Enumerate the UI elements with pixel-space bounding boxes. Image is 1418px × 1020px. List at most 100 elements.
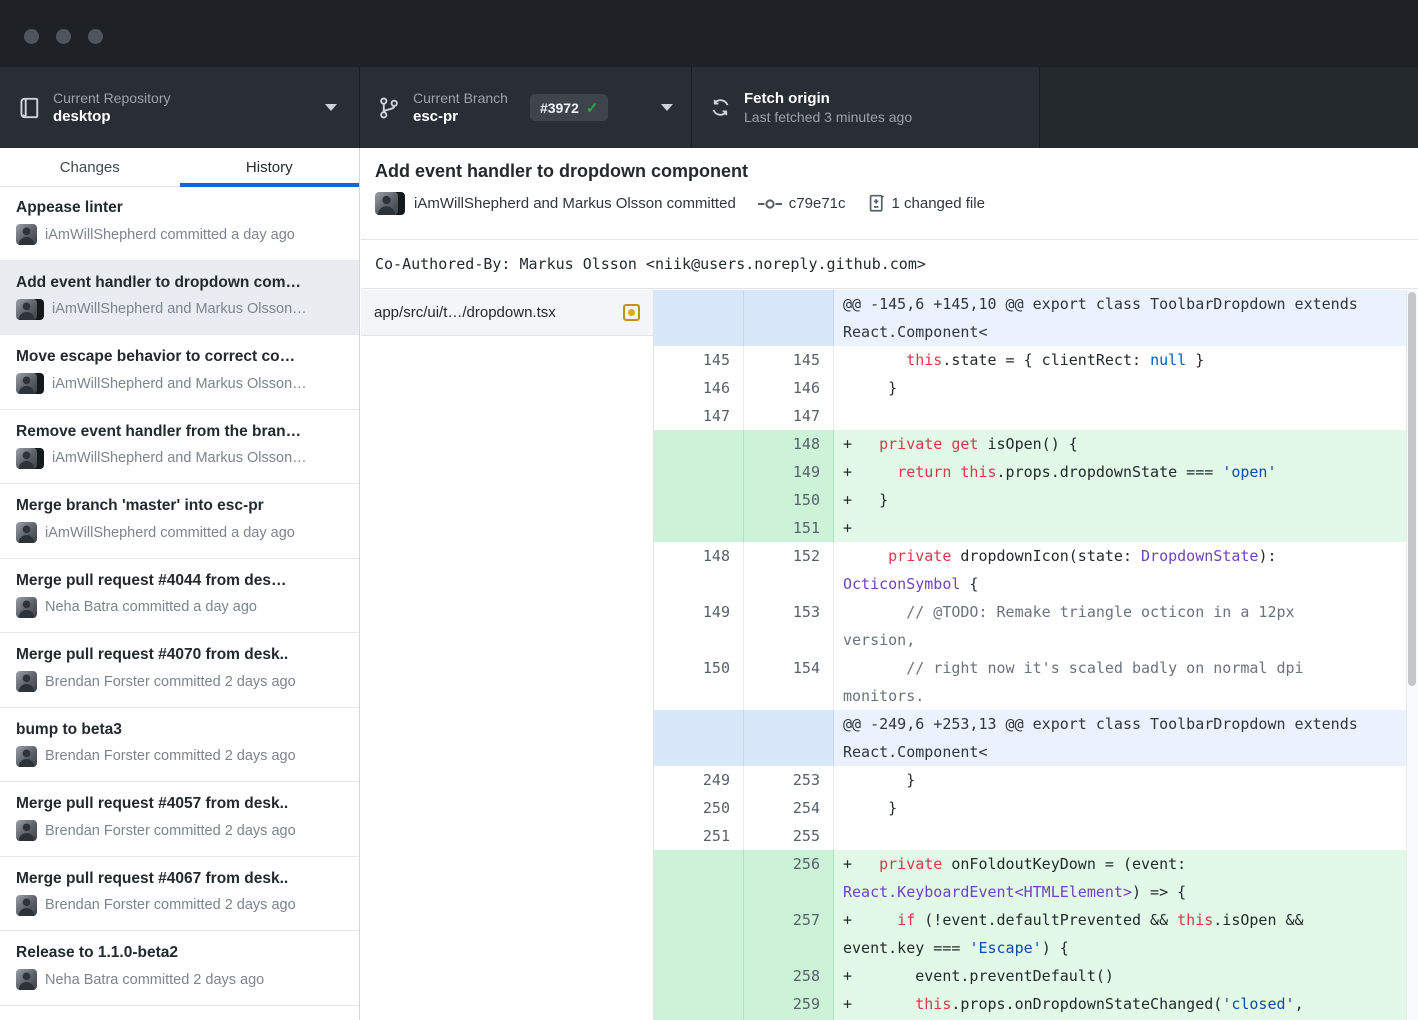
diff-hunk-header: @@ -249,6 +253,13 @@ export class Toolba… bbox=[654, 710, 1406, 766]
new-line-number: 257 bbox=[744, 906, 834, 962]
commit-list-item[interactable]: Merge pull request #4070 from desk..Bren… bbox=[0, 633, 359, 708]
diff-line-content bbox=[834, 402, 1406, 430]
diff-line: 148+ private get isOpen() { bbox=[654, 430, 1406, 458]
new-line-number: 151 bbox=[744, 514, 834, 542]
commit-list-item[interactable]: Merge pull request #4056 from des… bbox=[0, 1006, 359, 1020]
window-close-button[interactable] bbox=[24, 29, 39, 44]
avatar bbox=[375, 192, 398, 215]
new-line-number: 149 bbox=[744, 458, 834, 486]
current-branch-button[interactable]: Current Branch esc-pr #3972 ✓ bbox=[360, 67, 692, 148]
commit-list-item[interactable]: Merge pull request #4057 from desk..Bren… bbox=[0, 782, 359, 857]
window-zoom-button[interactable] bbox=[88, 29, 103, 44]
commit-item-meta: iAmWillShepherd and Markus Olsson… bbox=[52, 301, 307, 317]
new-line-number: 146 bbox=[744, 374, 834, 402]
commit-item-title: Merge pull request #4067 from desk.. bbox=[16, 869, 343, 888]
old-line-number: 249 bbox=[654, 766, 744, 794]
diff-line: 250254 } bbox=[654, 794, 1406, 822]
commit-item-title: Remove event handler from the bran… bbox=[16, 422, 343, 441]
diff-line-content: this.state = { clientRect: null } bbox=[834, 346, 1406, 374]
window-minimize-button[interactable] bbox=[56, 29, 71, 44]
diff-line-content: + return this.props.dropdownState === 'o… bbox=[834, 458, 1406, 486]
old-line-number: 146 bbox=[654, 374, 744, 402]
fetch-origin-button[interactable]: Fetch origin Last fetched 3 minutes ago bbox=[692, 67, 1040, 148]
git-branch-icon bbox=[378, 95, 400, 121]
diff-line: 150154 // right now it's scaled badly on… bbox=[654, 654, 1406, 710]
commit-list-item[interactable]: Merge pull request #4044 from des…Neha B… bbox=[0, 559, 359, 634]
diff-line: 149153 // @TODO: Remake triangle octicon… bbox=[654, 598, 1406, 654]
old-line-number bbox=[654, 290, 744, 346]
commit-avatar bbox=[16, 373, 44, 394]
diff-scrollbar-thumb[interactable] bbox=[1408, 292, 1416, 686]
commit-author-avatars bbox=[375, 192, 405, 215]
diff-line-content: + private get isOpen() { bbox=[834, 430, 1406, 458]
commit-summary: Add event handler to dropdown component … bbox=[361, 148, 1418, 240]
avatar bbox=[16, 448, 37, 469]
diff-line: 146146 } bbox=[654, 374, 1406, 402]
new-line-number bbox=[744, 290, 834, 346]
old-line-number bbox=[654, 514, 744, 542]
fetch-sublabel: Last fetched 3 minutes ago bbox=[744, 108, 912, 126]
diff-line: 150+ } bbox=[654, 486, 1406, 514]
diff-line-content: } bbox=[834, 374, 1406, 402]
repository-name: desktop bbox=[53, 107, 171, 126]
commit-byline: iAmWillShepherd and Markus Olsson commit… bbox=[414, 195, 736, 212]
avatar bbox=[16, 671, 37, 692]
window-titlebar bbox=[0, 0, 1418, 67]
diff-line-content: @@ -145,6 +145,10 @@ export class Toolba… bbox=[834, 290, 1406, 346]
old-line-number: 145 bbox=[654, 346, 744, 374]
diff-line-content: + event.preventDefault() bbox=[834, 962, 1406, 990]
commit-avatar bbox=[16, 820, 37, 841]
commit-item-meta: iAmWillShepherd and Markus Olsson… bbox=[52, 376, 307, 392]
avatar bbox=[16, 299, 37, 320]
commit-item-meta: Brendan Forster committed 2 days ago bbox=[45, 674, 296, 690]
commit-sha: c79e71c bbox=[789, 195, 846, 212]
old-line-number bbox=[654, 990, 744, 1020]
new-line-number: 253 bbox=[744, 766, 834, 794]
diff-file-icon bbox=[868, 194, 885, 213]
diff-line-content: private dropdownIcon(state: DropdownStat… bbox=[834, 542, 1406, 598]
commit-list-item[interactable]: Remove event handler from the bran…iAmWi… bbox=[0, 410, 359, 485]
fetch-label: Fetch origin bbox=[744, 89, 912, 108]
new-line-number: 152 bbox=[744, 542, 834, 598]
tab-history[interactable]: History bbox=[180, 148, 360, 186]
new-line-number: 254 bbox=[744, 794, 834, 822]
commit-list-item[interactable]: Appease linteriAmWillShepherd committed … bbox=[0, 186, 359, 261]
diff-line: 251255 bbox=[654, 822, 1406, 850]
diff-line: 148152 private dropdownIcon(state: Dropd… bbox=[654, 542, 1406, 598]
changed-file-item[interactable]: app/src/ui/t…/dropdown.tsx bbox=[361, 290, 653, 336]
commit-list-item[interactable]: bump to beta3Brendan Forster committed 2… bbox=[0, 708, 359, 783]
commit-item-meta: Neha Batra committed 2 days ago bbox=[45, 972, 264, 988]
diff-line-content: + private onFoldoutKeyDown = (event: Rea… bbox=[834, 850, 1406, 906]
commit-list-item[interactable]: Move escape behavior to correct co…iAmWi… bbox=[0, 335, 359, 410]
pr-number: #3972 bbox=[540, 100, 579, 116]
new-line-number: 153 bbox=[744, 598, 834, 654]
commit-item-meta: Neha Batra committed a day ago bbox=[45, 599, 257, 615]
commit-avatar bbox=[16, 224, 37, 245]
app-toolbar: Current Repository desktop Current Branc… bbox=[0, 67, 1418, 148]
commit-list-item[interactable]: Add event handler to dropdown com… iAmWil… bbox=[0, 261, 359, 336]
old-line-number bbox=[654, 710, 744, 766]
diff-scrollbar-track bbox=[1406, 290, 1418, 1020]
commit-description: Co-Authored-By: Markus Olsson <niik@user… bbox=[361, 240, 1418, 289]
commit-item-title: bump to beta3 bbox=[16, 720, 343, 739]
commit-item-title: Merge pull request #4057 from desk.. bbox=[16, 794, 343, 813]
tab-changes[interactable]: Changes bbox=[0, 148, 180, 186]
sidebar: Changes History Appease linteriAmWillShe… bbox=[0, 148, 360, 1020]
diff-line-content: } bbox=[834, 794, 1406, 822]
old-line-number: 148 bbox=[654, 542, 744, 598]
commit-item-title: Add event handler to dropdown com… bbox=[16, 273, 343, 292]
new-line-number: 255 bbox=[744, 822, 834, 850]
current-repository-button[interactable]: Current Repository desktop bbox=[0, 67, 360, 148]
commit-list-item[interactable]: Release to 1.1.0-beta2Neha Batra committ… bbox=[0, 931, 359, 1006]
commit-detail-panel: Add event handler to dropdown component … bbox=[361, 148, 1418, 1020]
commit-list-item[interactable]: Merge branch 'master' into esc-priAmWill… bbox=[0, 484, 359, 559]
file-path: app/src/ui/t…/dropdown.tsx bbox=[374, 304, 623, 321]
commit-avatar bbox=[16, 448, 44, 469]
commit-item-meta: iAmWillShepherd committed a day ago bbox=[45, 227, 295, 243]
new-line-number: 154 bbox=[744, 654, 834, 710]
diff-line-content: // @TODO: Remake triangle octicon in a 1… bbox=[834, 598, 1406, 654]
diff-line: 147147 bbox=[654, 402, 1406, 430]
commit-list-item[interactable]: Merge pull request #4067 from desk..Bren… bbox=[0, 857, 359, 932]
repository-label: Current Repository bbox=[53, 89, 171, 107]
diff-content: app/src/ui/t…/dropdown.tsx @@ -145,6 +14… bbox=[361, 290, 1418, 1020]
